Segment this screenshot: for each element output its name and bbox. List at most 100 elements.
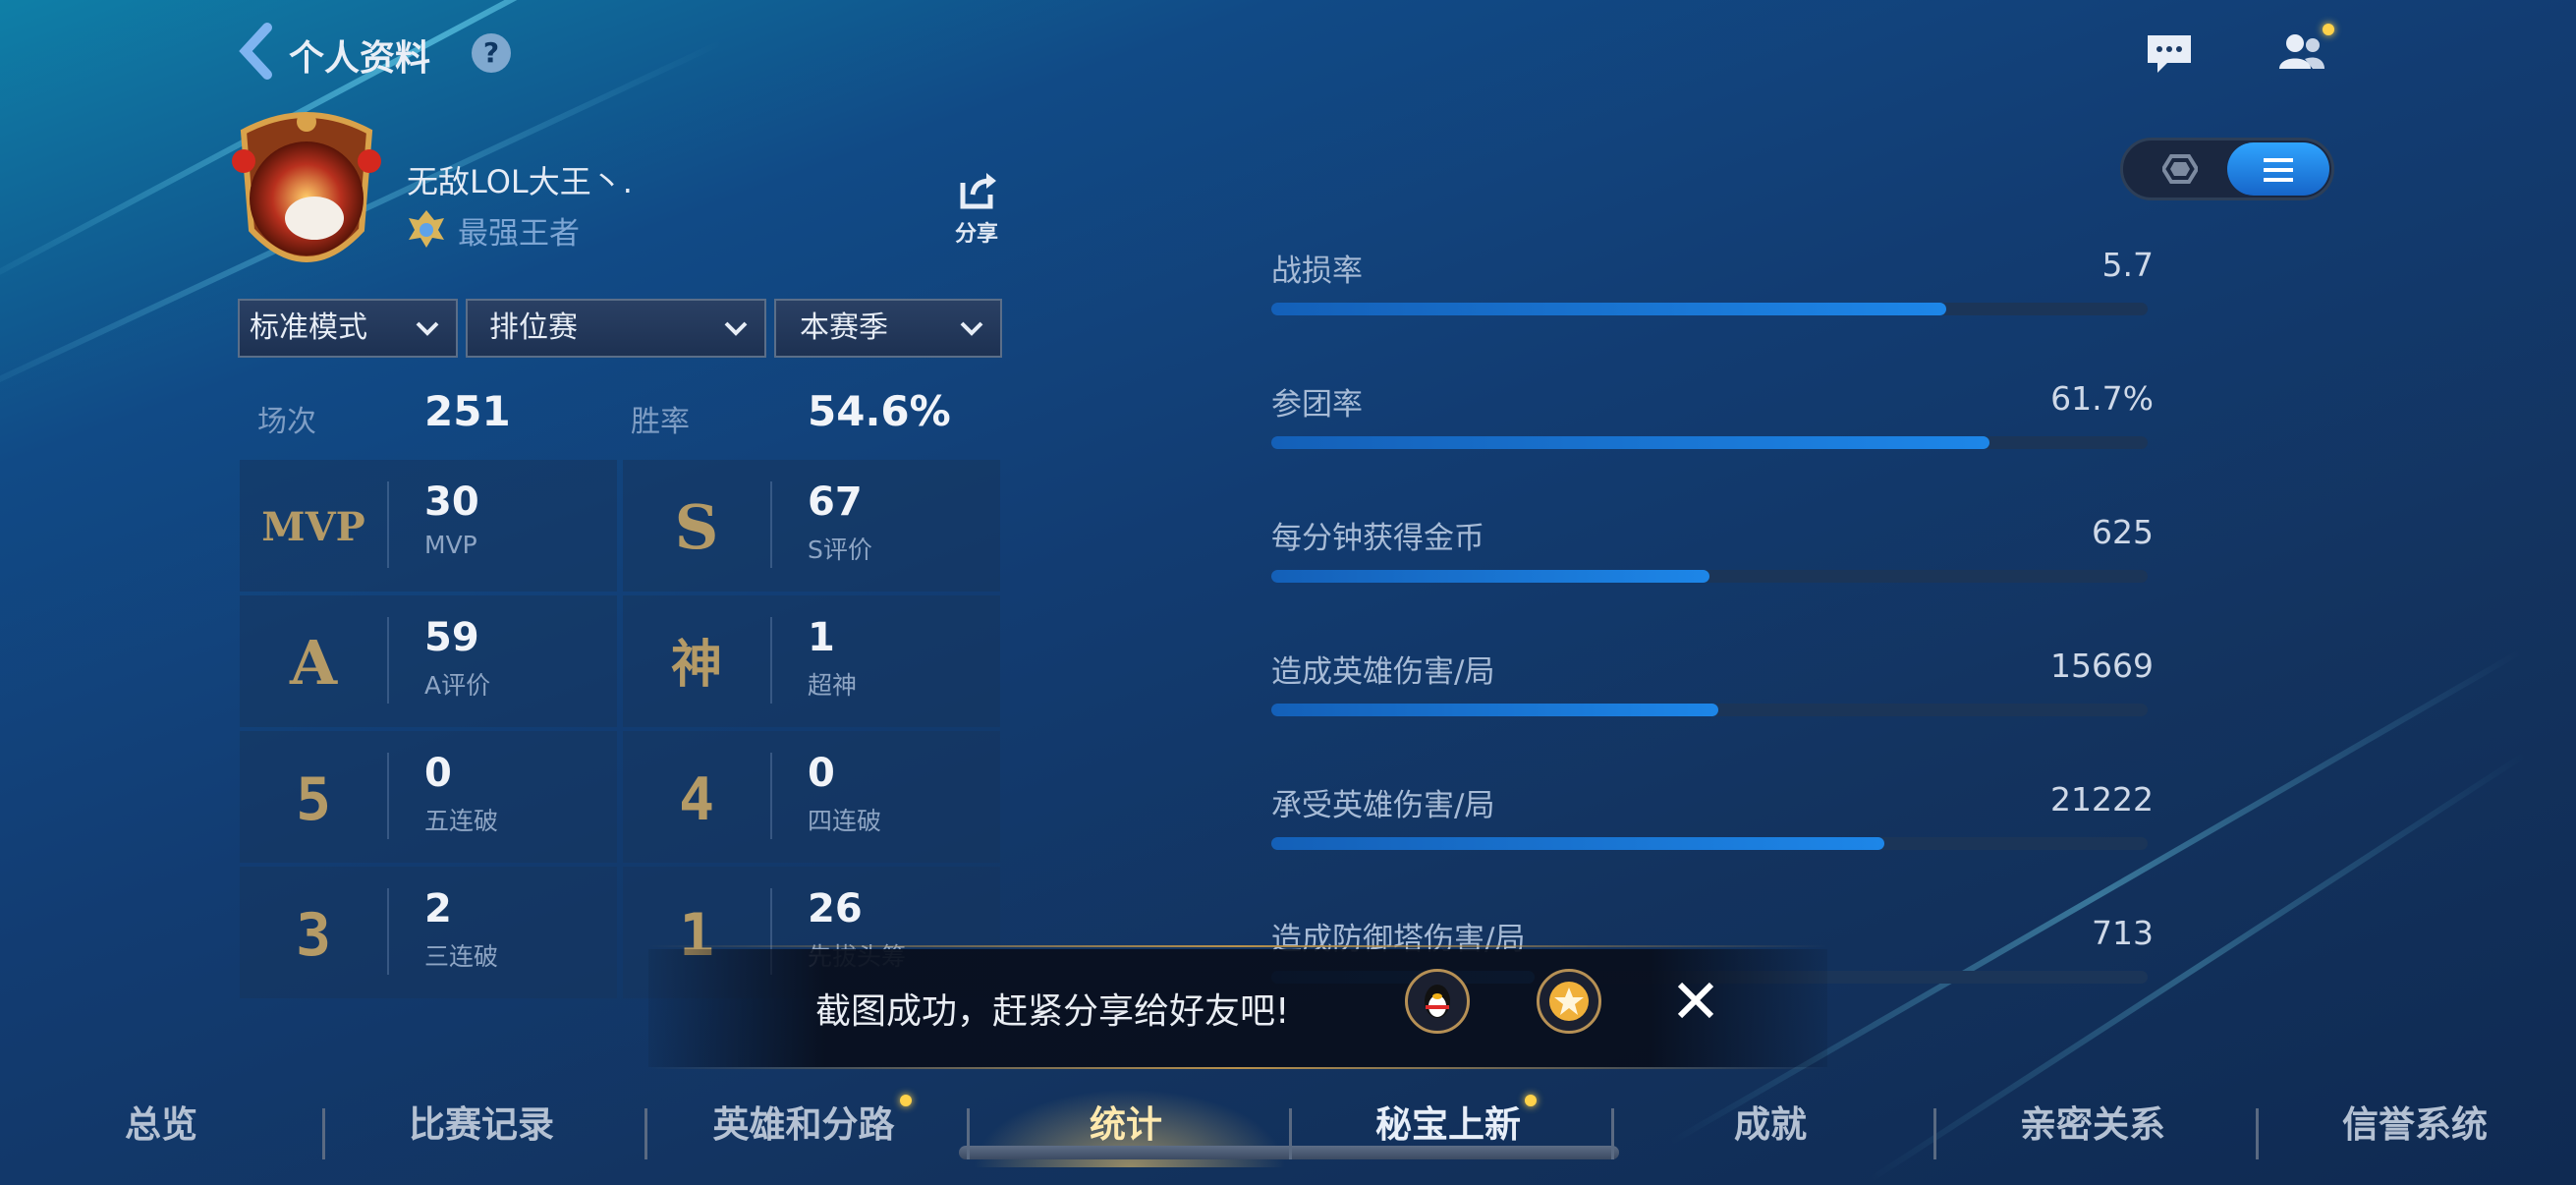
tab-divider	[1933, 1108, 1936, 1159]
stat-bar	[1271, 837, 2148, 850]
svg-text:4: 4	[679, 765, 714, 834]
achievement-label: MVP	[424, 531, 477, 559]
hexagon-view-icon[interactable]	[2162, 154, 2198, 184]
stat-bar	[1271, 303, 2148, 315]
quadra-kill-emblem-icon: 4	[679, 765, 714, 834]
mode-dropdown-value: 标准模式	[250, 310, 367, 345]
stat-label: 造成英雄伤害/局	[1271, 654, 1495, 690]
tab-statistics[interactable]: 统计	[979, 1095, 1273, 1148]
divider	[770, 481, 772, 568]
season-dropdown-value: 本赛季	[800, 310, 888, 345]
stat-label: 战损率	[1271, 254, 1363, 289]
divider	[387, 753, 389, 839]
chevron-down-icon	[960, 321, 983, 336]
stat-value: 15669	[2050, 647, 2154, 685]
chat-icon[interactable]	[2146, 33, 2193, 75]
achievement-label: 三连破	[424, 942, 499, 971]
stat-bar-fill	[1271, 704, 1718, 716]
s-rating-emblem-icon: S	[675, 491, 719, 563]
achievement-grid: MVP 30 MVP S 67 S评价 A 59 A评价 神 1 超神 5 0 …	[240, 460, 1000, 998]
friends-icon[interactable]	[2271, 29, 2330, 75]
stat-bar-fill	[1271, 303, 1946, 315]
stat-bar	[1271, 436, 2148, 449]
rank-badge-icon	[409, 210, 444, 248]
player-name: 无敌LOL大王丶.	[407, 163, 633, 200]
mvp-emblem-icon: MVP	[261, 504, 364, 550]
achievement-cell-godlike: 神 1 超神	[623, 595, 1000, 727]
background-streak	[1668, 649, 2523, 1146]
tab-divider	[2256, 1108, 2259, 1159]
achievement-value: 0	[808, 751, 835, 796]
tab-achievements[interactable]: 成就	[1623, 1095, 1918, 1148]
achievement-cell-mvp: MVP 30 MVP	[240, 460, 617, 592]
background-streak	[0, 0, 907, 301]
help-icon[interactable]: ?	[472, 33, 511, 73]
tab-treasure[interactable]: 秘宝上新	[1301, 1095, 1596, 1148]
divider	[387, 617, 389, 704]
divider	[770, 617, 772, 704]
stat-value: 21222	[2050, 780, 2154, 818]
stat-value: 625	[2092, 513, 2154, 551]
tab-divider	[1611, 1108, 1614, 1159]
svg-text:S: S	[675, 491, 719, 563]
svg-text:5: 5	[296, 765, 331, 834]
games-label: 场次	[257, 405, 316, 439]
stat-value: 713	[2092, 914, 2154, 952]
stat-bar-fill	[1271, 837, 1885, 850]
season-dropdown[interactable]: 本赛季	[774, 299, 1002, 358]
page-title: 个人资料	[289, 38, 431, 79]
chevron-down-icon	[416, 321, 439, 336]
tab-overview[interactable]: 总览	[14, 1095, 308, 1148]
mode-dropdown[interactable]: 标准模式	[238, 299, 458, 358]
queue-dropdown-value: 排位赛	[489, 310, 578, 345]
stat-bar	[1271, 704, 2148, 716]
tab-divider	[1289, 1108, 1292, 1159]
list-view-button[interactable]	[2227, 142, 2329, 196]
stat-label: 承受英雄伤害/局	[1271, 788, 1495, 823]
divider	[387, 481, 389, 568]
tab-divider	[644, 1108, 647, 1159]
triple-kill-emblem-icon: 3	[296, 901, 331, 970]
achievement-label: 五连破	[424, 807, 499, 835]
chevron-down-icon	[724, 321, 748, 336]
queue-dropdown[interactable]: 排位赛	[466, 299, 766, 358]
notification-dot	[900, 1095, 912, 1106]
notification-dot	[2323, 24, 2334, 35]
winrate-label: 胜率	[631, 405, 690, 439]
tab-credit-system[interactable]: 信誉系统	[2268, 1095, 2562, 1148]
toast-border-top	[648, 945, 1827, 947]
achievement-label: A评价	[424, 671, 491, 700]
tab-divider	[967, 1108, 970, 1159]
back-chevron-icon[interactable]	[236, 22, 275, 81]
stat-bar-fill	[1271, 436, 1990, 449]
stat-value: 61.7%	[2050, 379, 2154, 418]
achievement-value: 67	[808, 480, 863, 525]
svg-text:A: A	[289, 627, 338, 699]
penta-kill-emblem-icon: 5	[296, 765, 331, 834]
share-icon[interactable]	[957, 171, 998, 210]
tab-match-history[interactable]: 比赛记录	[334, 1095, 629, 1148]
achievement-label: 四连破	[808, 807, 882, 835]
toast-message: 截图成功，赶紧分享给好友吧!	[815, 991, 1290, 1032]
achievement-cell-s: S 67 S评价	[623, 460, 1000, 592]
view-toggle[interactable]	[2120, 138, 2334, 200]
favorite-share-button[interactable]	[1537, 969, 1601, 1034]
stat-bar-fill	[1271, 570, 1709, 583]
achievement-label: 超神	[808, 671, 858, 700]
a-rating-emblem-icon: A	[289, 627, 338, 699]
svg-text:神: 神	[671, 635, 722, 695]
achievement-value: 30	[424, 480, 479, 525]
tab-intimacy[interactable]: 亲密关系	[1945, 1095, 2240, 1148]
svg-text:3: 3	[296, 901, 331, 970]
achievement-value: 2	[424, 886, 452, 931]
godlike-emblem-icon: 神	[671, 635, 722, 695]
achievement-cell-triple: 3 2 三连破	[240, 867, 617, 998]
close-icon[interactable]	[1670, 975, 1721, 1026]
qq-share-button[interactable]	[1405, 969, 1470, 1034]
share-label[interactable]: 分享	[955, 216, 998, 248]
divider	[387, 888, 389, 975]
avatar[interactable]	[224, 102, 389, 279]
star-icon	[1549, 982, 1589, 1021]
achievement-value: 59	[424, 615, 479, 660]
divider	[770, 753, 772, 839]
